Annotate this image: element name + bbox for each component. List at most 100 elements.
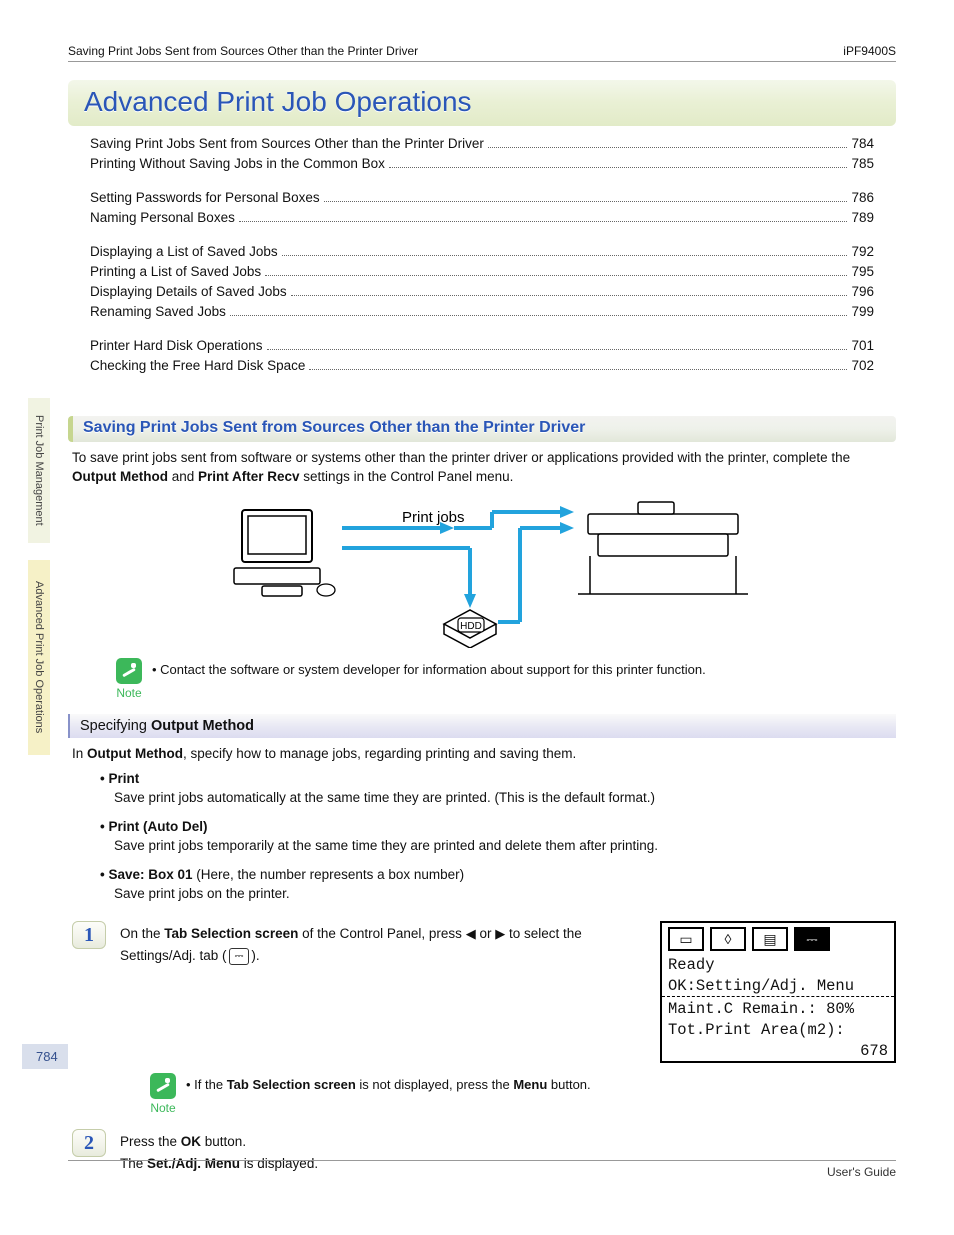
toc-label: Setting Passwords for Personal Boxes bbox=[90, 188, 320, 208]
note-icon bbox=[150, 1073, 176, 1099]
intro-text: and bbox=[168, 469, 198, 484]
step2-text: button. bbox=[201, 1134, 246, 1149]
toc-dots bbox=[230, 305, 848, 316]
toc-row[interactable]: Displaying a List of Saved Jobs 792 bbox=[90, 242, 874, 262]
toc-page: 785 bbox=[851, 154, 874, 174]
step-number-1: 1 bbox=[72, 921, 106, 949]
toc-page: 799 bbox=[851, 302, 874, 322]
option-title: Print bbox=[100, 771, 139, 786]
section-heading: Saving Print Jobs Sent from Sources Othe… bbox=[68, 416, 896, 442]
toc-row[interactable]: Printing Without Saving Jobs in the Comm… bbox=[90, 154, 874, 174]
toc-row[interactable]: Printing a List of Saved Jobs795 bbox=[90, 262, 874, 282]
note-label: Note bbox=[116, 686, 141, 700]
toc-row[interactable]: Printer Hard Disk Operations 701 bbox=[90, 336, 874, 356]
note2-text: If the bbox=[194, 1077, 227, 1092]
settings-tab-icon: ⎓ bbox=[229, 948, 250, 965]
sidebar-tab-management: Print Job Management bbox=[28, 398, 50, 543]
model-label: iPF9400S bbox=[843, 44, 896, 58]
intro-text: To save print jobs sent from software or… bbox=[72, 450, 850, 465]
table-of-contents: Saving Print Jobs Sent from Sources Othe… bbox=[68, 134, 896, 396]
toc-label: Printer Hard Disk Operations bbox=[90, 336, 263, 356]
breadcrumb: Saving Print Jobs Sent from Sources Othe… bbox=[68, 44, 418, 58]
intro-bold-1: Output Method bbox=[72, 469, 168, 484]
toc-label: Naming Personal Boxes bbox=[90, 208, 235, 228]
toc-dots bbox=[309, 359, 847, 370]
intro-text: settings in the Control Panel menu. bbox=[300, 469, 514, 484]
toc-row[interactable]: Naming Personal Boxes 789 bbox=[90, 208, 874, 228]
panel-tab-2: ◊ bbox=[710, 927, 746, 951]
note2-text: is not displayed, press the bbox=[356, 1077, 514, 1092]
step1-bold: Tab Selection screen bbox=[164, 926, 298, 941]
panel-tab-1: ▭ bbox=[668, 927, 704, 951]
note-block-2: Note If the Tab Selection screen is not … bbox=[150, 1073, 896, 1115]
sub-heading: Specifying Output Method bbox=[68, 714, 896, 738]
toc-label: Displaying Details of Saved Jobs bbox=[90, 282, 287, 302]
toc-row[interactable]: Saving Print Jobs Sent from Sources Othe… bbox=[90, 134, 874, 154]
toc-row[interactable]: Renaming Saved Jobs 799 bbox=[90, 302, 874, 322]
step1-text: On the bbox=[120, 926, 164, 941]
toc-row[interactable]: Checking the Free Hard Disk Space702 bbox=[90, 356, 874, 376]
step1-text: of the Control Panel, press bbox=[298, 926, 465, 941]
arrow-right-icon: ▶ bbox=[495, 923, 505, 945]
step2-bold-1: OK bbox=[181, 1134, 201, 1149]
sub-heading-bold: Output Method bbox=[151, 718, 254, 734]
toc-label: Printing Without Saving Jobs in the Comm… bbox=[90, 154, 385, 174]
panel-tab-4-active: ⎓ bbox=[794, 927, 830, 951]
diagram-jobs-label: Print jobs bbox=[402, 509, 465, 526]
toc-label: Checking the Free Hard Disk Space bbox=[90, 356, 305, 376]
section-intro: To save print jobs sent from software or… bbox=[68, 448, 896, 486]
toc-page: 792 bbox=[851, 242, 874, 262]
toc-page: 786 bbox=[851, 188, 874, 208]
toc-label: Displaying a List of Saved Jobs bbox=[90, 242, 278, 262]
step2-text: Press the bbox=[120, 1134, 181, 1149]
sub-intro-text: In bbox=[72, 746, 87, 761]
step-1-body: On the Tab Selection screen of the Contr… bbox=[120, 921, 646, 967]
arrow-left-icon: ◀ bbox=[466, 923, 476, 945]
footer: User's Guide bbox=[68, 1160, 896, 1179]
option-item: Save: Box 01 (Here, the number represent… bbox=[100, 865, 892, 903]
note2-text: button. bbox=[547, 1077, 590, 1092]
option-desc: Save print jobs automatically at the sam… bbox=[100, 788, 892, 807]
panel-line-2: OK:Setting/Adj. Menu bbox=[662, 975, 894, 996]
note2-text: If the Tab Selection screen is not displ… bbox=[186, 1073, 591, 1092]
toc-row[interactable]: Setting Passwords for Personal Boxes 786 bbox=[90, 188, 874, 208]
side-page-number: 784 bbox=[22, 1044, 68, 1069]
note2-bold-2: Menu bbox=[513, 1077, 547, 1092]
toc-label: Printing a List of Saved Jobs bbox=[90, 262, 261, 282]
sidebar-tab-operations: Advanced Print Job Operations bbox=[28, 560, 50, 755]
flow-diagram: HDD Print jobs bbox=[68, 498, 896, 648]
option-title: Print (Auto Del) bbox=[100, 819, 207, 834]
panel-line-3: Maint.C Remain.: 80% bbox=[662, 996, 894, 1019]
note-label: Note bbox=[150, 1101, 175, 1115]
option-title-suffix: (Here, the number represents a box numbe… bbox=[193, 867, 465, 882]
hdd-label: HDD bbox=[460, 621, 482, 632]
page-title: Advanced Print Job Operations bbox=[68, 80, 896, 126]
note2-bold-1: Tab Selection screen bbox=[227, 1077, 356, 1092]
toc-dots bbox=[282, 245, 848, 256]
toc-page: 701 bbox=[851, 336, 874, 356]
toc-label: Renaming Saved Jobs bbox=[90, 302, 226, 322]
toc-dots bbox=[291, 285, 848, 296]
toc-dots bbox=[239, 211, 848, 222]
toc-dots bbox=[389, 157, 848, 168]
panel-line-1: Ready bbox=[662, 954, 894, 975]
note-block-1: Note Contact the software or system deve… bbox=[68, 652, 896, 702]
toc-dots bbox=[324, 191, 848, 202]
intro-bold-2: Print After Recv bbox=[198, 469, 300, 484]
control-panel-display: ▭ ◊ ▤ ⎓ Ready OK:Setting/Adj. Menu Maint… bbox=[660, 921, 896, 1063]
option-item: Print Save print jobs automatically at th… bbox=[100, 769, 892, 807]
toc-dots bbox=[488, 137, 848, 148]
sub-intro-bold: Output Method bbox=[87, 746, 183, 761]
option-item: Print (Auto Del)Save print jobs temporar… bbox=[100, 817, 892, 855]
toc-label: Saving Print Jobs Sent from Sources Othe… bbox=[90, 134, 484, 154]
toc-page: 796 bbox=[851, 282, 874, 302]
option-title: Save: Box 01 bbox=[100, 867, 193, 882]
note-text: Contact the software or system developer… bbox=[152, 658, 706, 677]
toc-row[interactable]: Displaying Details of Saved Jobs 796 bbox=[90, 282, 874, 302]
toc-dots bbox=[267, 339, 848, 350]
option-list: Print Save print jobs automatically at th… bbox=[68, 763, 896, 915]
panel-tabs: ▭ ◊ ▤ ⎓ bbox=[662, 923, 894, 954]
panel-tab-3: ▤ bbox=[752, 927, 788, 951]
toc-page: 789 bbox=[851, 208, 874, 228]
sub-intro-text: , specify how to manage jobs, regarding … bbox=[183, 746, 576, 761]
